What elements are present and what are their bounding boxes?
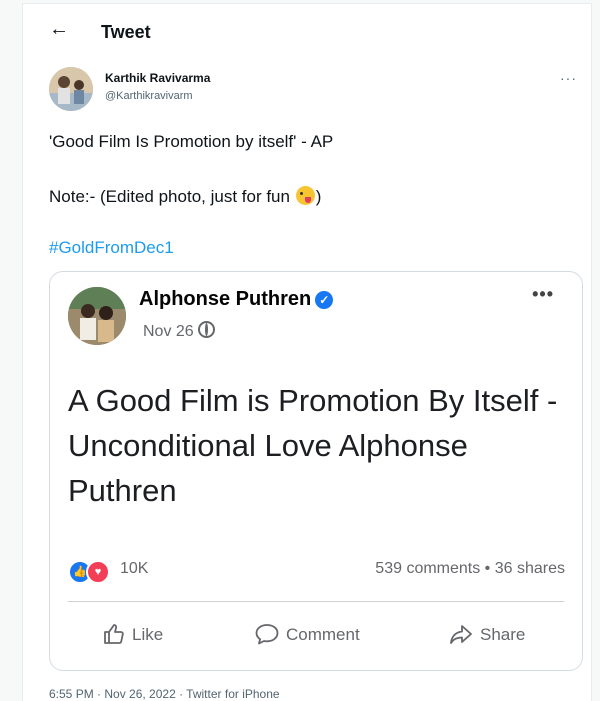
author-name[interactable]: Karthik Ravivarma [105,71,210,85]
embedded-post-image[interactable]: Alphonse Puthren ✓ Nov 26 ••• A Good Film… [49,271,583,671]
like-label: Like [132,625,164,644]
post-date: Nov 26 [143,321,215,341]
author-handle[interactable]: @Karthikravivarm [105,90,193,102]
share-action: Share [448,622,525,646]
tweet-column: ← Tweet Karthik Ravivarma @Karthikraviva… [22,3,592,701]
globe-icon [197,321,215,338]
hashtag-link[interactable]: #GoldFromDec1 [49,238,174,258]
tweet-text-line2-start: Note:- (Edited photo, just for fun [49,187,295,206]
tweet-header: ← Tweet [23,4,591,56]
verified-check-icon: ✓ [315,291,334,309]
comment-share-stats: 539 comments • 36 shares [375,560,565,577]
tweet-more-icon[interactable]: ··· [560,70,577,86]
share-label: Share [480,625,526,644]
tweet-text-line2: Note:- (Edited photo, just for fun ) [49,186,321,207]
reaction-count: 10K [120,560,149,577]
page-title: Tweet [101,22,151,42]
post-more-icon: ••• [532,284,554,304]
page-name-text: Alphonse Puthren [139,288,312,310]
share-arrow-icon [450,625,472,644]
love-reaction-icon: ♥ [86,560,110,584]
page-avatar [68,287,126,345]
comment-action: Comment [254,622,360,646]
comment-label: Comment [286,625,360,644]
tweet-text-line2-end: ) [315,187,322,206]
post-text: A Good Film is Promotion By Itself - Unc… [68,383,558,508]
post-date-text: Nov 26 [143,323,194,340]
like-action: Like [102,622,163,646]
winking-tongue-emoji-icon [295,186,315,205]
tweet-timestamp[interactable]: 6:55 PM · Nov 26, 2022 · Twitter for iPh… [49,687,280,701]
comment-bubble-icon [255,624,279,645]
back-arrow-icon[interactable]: ← [49,18,69,41]
author-avatar[interactable] [49,67,93,111]
thumbs-up-icon [104,624,124,644]
page-name: Alphonse Puthren ✓ [139,288,334,311]
tweet-text-line1: 'Good Film Is Promotion by itself' - AP [49,132,334,151]
actions-divider [68,601,564,602]
